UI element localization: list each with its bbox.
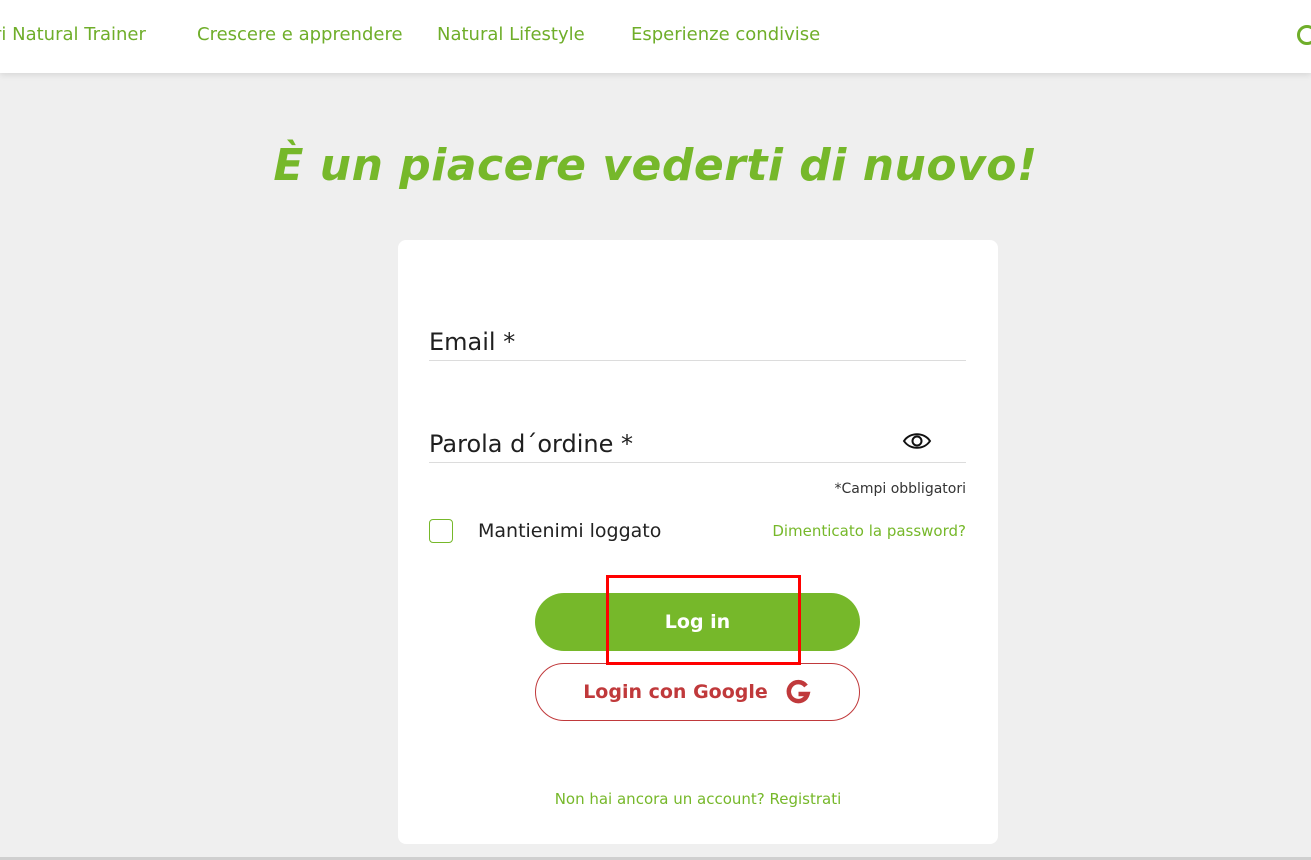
nav-link-esperienze-condivise[interactable]: Esperienze condivise <box>631 24 820 45</box>
keep-logged-label[interactable]: Mantienimi loggato <box>478 520 661 542</box>
forgot-password-link[interactable]: Dimenticato la password? <box>772 522 966 540</box>
required-fields-note: *Campi obbligatori <box>834 481 966 497</box>
email-label: Email * <box>429 328 516 356</box>
register-link[interactable]: Non hai ancora un account? Registrati <box>398 790 998 808</box>
page-title: È un piacere vederti di nuovo! <box>273 140 1038 191</box>
eye-icon[interactable] <box>902 430 932 452</box>
password-field[interactable]: Parola d´ordine * <box>429 412 966 463</box>
search-icon[interactable] <box>1297 25 1311 45</box>
top-navigation: ri Natural Trainer Crescere e apprendere… <box>0 0 1311 73</box>
password-label: Parola d´ordine * <box>429 430 633 458</box>
login-button[interactable]: Log in <box>535 593 860 651</box>
login-card: Email * Parola d´ordine * *Campi obbliga… <box>398 240 998 844</box>
nav-link-natural-lifestyle[interactable]: Natural Lifestyle <box>437 24 585 45</box>
keep-logged-checkbox[interactable] <box>429 519 453 543</box>
google-g-icon <box>786 679 811 704</box>
email-field[interactable]: Email * <box>429 310 966 361</box>
nav-link-natural-trainer[interactable]: ri Natural Trainer <box>0 24 146 45</box>
login-button-label: Log in <box>664 611 731 633</box>
google-login-button[interactable]: Login con Google <box>535 663 860 721</box>
nav-link-crescere-apprendere[interactable]: Crescere e apprendere <box>197 24 403 45</box>
google-login-label: Login con Google <box>583 681 768 703</box>
